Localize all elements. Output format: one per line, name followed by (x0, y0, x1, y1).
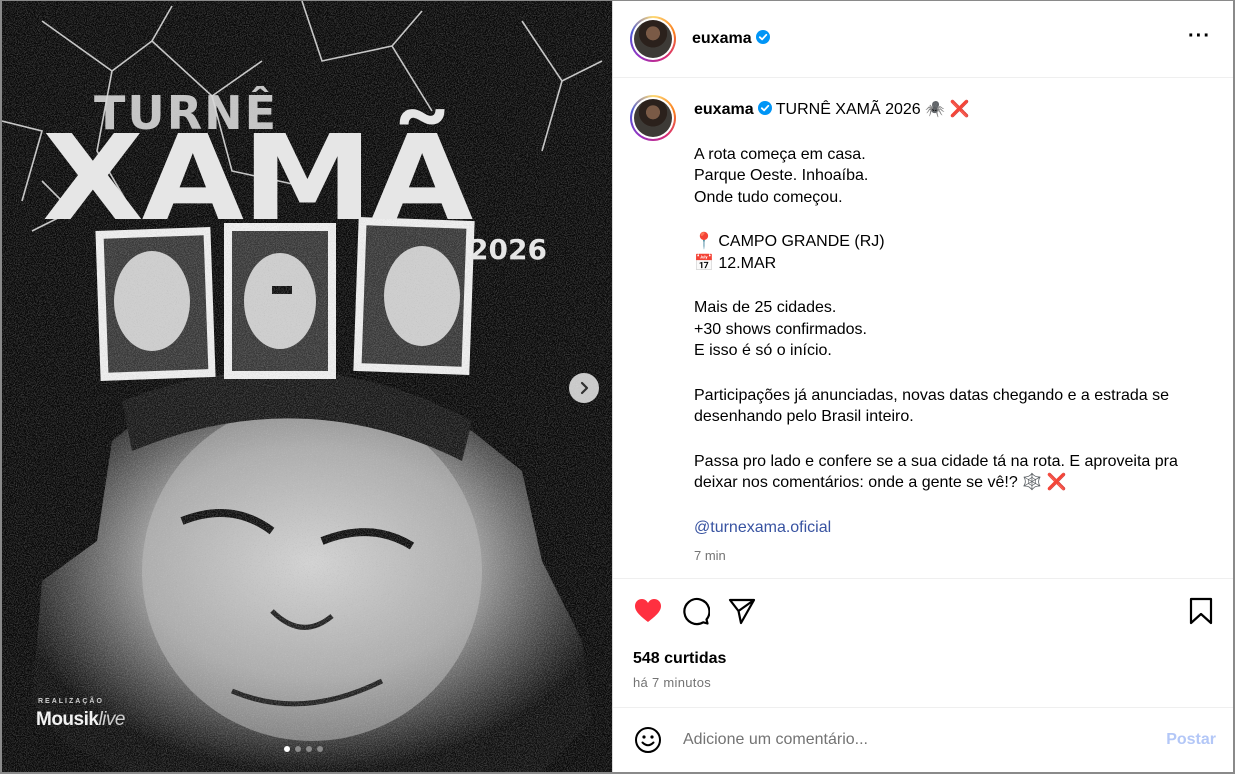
comment-icon[interactable] (680, 596, 710, 626)
caption-paragraph: Mais de 25 cidades. +30 shows confirmado… (694, 297, 1214, 362)
carousel-dot (317, 746, 323, 752)
carousel-dot (284, 746, 290, 752)
caption-text: euxama TURNÊ XAMÃ 2026 🕷️ ❌ A rota começ… (694, 95, 1214, 567)
post-comment-button[interactable]: Postar (1166, 731, 1216, 749)
caption-scroll-area[interactable]: euxama TURNÊ XAMÃ 2026 🕷️ ❌ A rota começ… (613, 78, 1233, 576)
save-bookmark-icon[interactable] (1186, 596, 1216, 626)
caption-username[interactable]: euxama (694, 101, 754, 118)
mousik-logo-main: Mousik (36, 709, 99, 730)
carousel-dot (306, 746, 312, 752)
caption-line: 📍 CAMPO GRANDE (RJ) (694, 233, 885, 250)
carousel-next-button[interactable] (569, 373, 599, 403)
more-options-icon[interactable]: ··· (1188, 26, 1211, 46)
comment-input[interactable] (683, 731, 1143, 749)
carousel-dot (295, 746, 301, 752)
comment-bar: Postar (613, 707, 1233, 772)
avatar[interactable] (630, 16, 676, 62)
caption-line: Passa pro lado e confere se a sua cidade… (694, 452, 1178, 492)
caption-line: Onde tudo começou. (694, 188, 843, 206)
post-header: euxama ··· (613, 1, 1233, 78)
caption-line: +30 shows confirmados. (694, 320, 867, 338)
mention-link[interactable]: @turnexama.oficial (694, 517, 1214, 539)
caption-line: Parque Oeste. Inhoaíba. (694, 167, 869, 184)
share-send-icon[interactable] (727, 596, 757, 626)
poster-year-text: 2026 (469, 233, 547, 266)
post-media[interactable]: TURNÊ XAMÃ 2026 REALIZAÇÃO Mousiklive (2, 1, 612, 772)
caption-paragraph: A rota começa em casa. Parque Oeste. Inh… (694, 144, 1214, 209)
verified-badge-icon (757, 101, 772, 115)
mousik-logo-live: live (98, 709, 125, 730)
caption-line: Mais de 25 cidades. (694, 299, 837, 316)
caption-time: 7 min (694, 548, 726, 563)
chevron-right-icon (580, 381, 589, 395)
post-actions: 548 curtidas há 7 minutos (613, 578, 1233, 708)
caption-paragraph: Passa pro lado e confere se a sua cidade… (694, 451, 1214, 494)
verified-badge-icon (755, 30, 770, 44)
caption-line: E isso é só o início. (694, 342, 832, 359)
caption-title: TURNÊ XAMÃ 2026 🕷️ ❌ (775, 101, 970, 118)
post-side-panel: euxama ··· euxama TURNÊ XAMÃ 2026 🕷️ ❌ A… (612, 1, 1233, 772)
header-username-text[interactable]: euxama (692, 30, 752, 47)
mousik-live-logo: Mousiklive (36, 709, 125, 731)
emoji-picker-icon[interactable] (633, 725, 663, 755)
caption-line: A rota começa em casa. (694, 145, 866, 163)
poster-realizacao-label: REALIZAÇÃO (38, 698, 104, 705)
post-timestamp: há 7 minutos (633, 675, 712, 690)
caption-paragraph: Participações já anunciadas, novas datas… (694, 385, 1214, 428)
caption-line: Participações já anunciadas, novas datas… (694, 386, 1169, 426)
likes-count[interactable]: 548 curtidas (633, 650, 726, 668)
caption-paragraph: 📍 CAMPO GRANDE (RJ) 📅 12.MAR (694, 231, 1214, 274)
carousel-dots (284, 746, 323, 752)
caption-avatar[interactable] (630, 95, 676, 141)
caption-line: 📅 12.MAR (694, 254, 777, 272)
poster-xama-text: XAMÃ (42, 109, 473, 247)
like-heart-icon[interactable] (633, 596, 663, 626)
header-username[interactable]: euxama (692, 30, 770, 48)
